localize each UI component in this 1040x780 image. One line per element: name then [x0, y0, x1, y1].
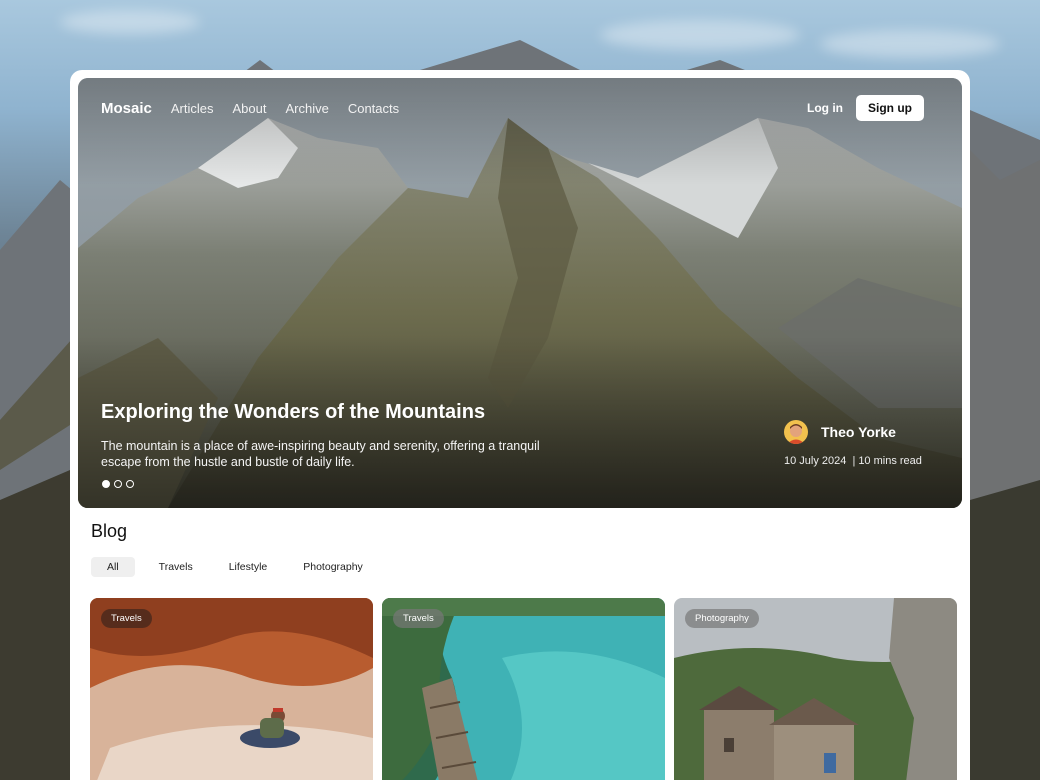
author-info: Theo Yorke — [784, 420, 896, 444]
meta-separator: | — [852, 455, 856, 467]
blog-heading: Blog — [91, 521, 128, 541]
carousel-dots — [102, 480, 134, 488]
read-time: 10 mins read — [858, 455, 922, 467]
nav-link-archive[interactable]: Archive — [285, 101, 328, 116]
hero-banner: Mosaic Articles About Archive Contacts L… — [78, 78, 962, 508]
nav-link-articles[interactable]: Articles — [171, 101, 214, 116]
carousel-dot-3[interactable] — [126, 480, 134, 488]
carousel-dot-1[interactable] — [102, 480, 110, 488]
filter-travels[interactable]: Travels — [147, 557, 205, 577]
nav-link-about[interactable]: About — [232, 101, 266, 116]
article-meta: 10 July 2024 | 10 mins read — [784, 455, 922, 467]
category-filters: All Travels Lifestyle Photography — [91, 557, 387, 577]
page-container: Mosaic Articles About Archive Contacts L… — [70, 70, 970, 780]
hero-description: The mountain is a place of awe-inspiring… — [101, 439, 540, 469]
filter-all[interactable]: All — [91, 557, 135, 577]
blog-card-1[interactable]: Travels — [90, 598, 373, 780]
card-tag: Photography — [685, 609, 759, 628]
signup-button[interactable]: Sign up — [856, 95, 924, 121]
card-tag: Travels — [393, 609, 444, 628]
top-navigation: Mosaic Articles About Archive Contacts L… — [101, 94, 924, 122]
carousel-dot-2[interactable] — [114, 480, 122, 488]
login-link[interactable]: Log in — [807, 101, 843, 115]
blog-cards: Travels Travels Photography — [90, 598, 957, 780]
nav-link-contacts[interactable]: Contacts — [348, 101, 399, 116]
hero-title: Exploring the Wonders of the Mountains — [101, 401, 486, 423]
card-tag: Travels — [101, 609, 152, 628]
blog-card-3[interactable]: Photography — [674, 598, 957, 780]
author-avatar[interactable] — [784, 420, 808, 444]
brand-logo[interactable]: Mosaic — [101, 100, 152, 117]
blog-card-2[interactable]: Travels — [382, 598, 665, 780]
filter-photography[interactable]: Photography — [291, 557, 375, 577]
author-name[interactable]: Theo Yorke — [821, 424, 896, 440]
filter-lifestyle[interactable]: Lifestyle — [217, 557, 280, 577]
publish-date: 10 July 2024 — [784, 455, 847, 467]
